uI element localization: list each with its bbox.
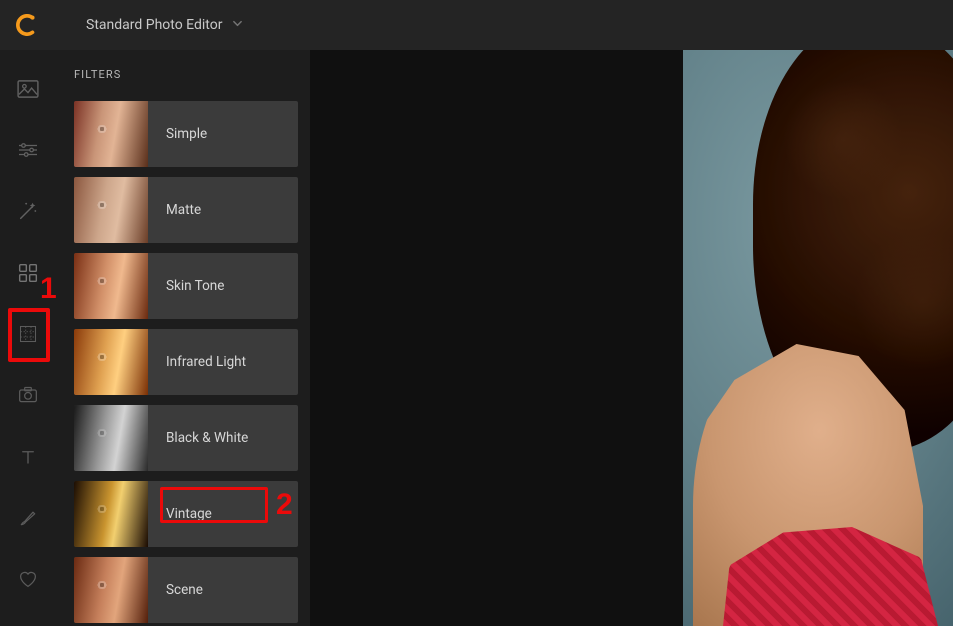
filter-item-scene[interactable]: Scene [74, 557, 298, 623]
canvas-empty-area [310, 50, 683, 626]
filter-label: Matte [148, 202, 201, 218]
filter-thumb [74, 557, 148, 623]
filter-thumb [74, 101, 148, 167]
filter-thumb [74, 405, 148, 471]
filter-thumb [74, 177, 148, 243]
panel-title: FILTERS [74, 68, 298, 81]
preview-image [683, 50, 953, 626]
filter-item-skin-tone[interactable]: Skin Tone [74, 253, 298, 319]
filters-tool-icon[interactable] [12, 258, 44, 287]
filter-item-vintage[interactable]: Vintage [74, 481, 298, 547]
filter-label: Scene [148, 582, 203, 598]
heart-tool-icon[interactable] [12, 565, 44, 594]
filter-label: Infrared Light [148, 354, 246, 370]
filter-item-black-white[interactable]: Black & White [74, 405, 298, 471]
filter-label: Skin Tone [148, 278, 224, 294]
chevron-down-icon [232, 17, 243, 33]
filter-item-simple[interactable]: Simple [74, 101, 298, 167]
filter-thumb [74, 481, 148, 547]
app-title-label: Standard Photo Editor [86, 17, 222, 33]
camera-tool-icon[interactable] [12, 381, 44, 410]
top-bar: Standard Photo Editor [0, 0, 953, 50]
filter-thumb [74, 253, 148, 319]
filter-item-infrared-light[interactable]: Infrared Light [74, 329, 298, 395]
grid-tool-icon[interactable] [12, 319, 44, 348]
brush-tool-icon[interactable] [12, 503, 44, 532]
filter-label: Vintage [148, 506, 212, 522]
filter-label: Black & White [148, 430, 248, 446]
image-tool-icon[interactable] [12, 74, 44, 103]
app-title-dropdown[interactable]: Standard Photo Editor [86, 17, 243, 33]
magic-wand-tool-icon[interactable] [12, 197, 44, 226]
filter-item-matte[interactable]: Matte [74, 177, 298, 243]
app-logo [16, 14, 38, 36]
sliders-tool-icon[interactable] [12, 135, 44, 164]
filter-thumb [74, 329, 148, 395]
filters-panel: FILTERS Simple Matte Skin Tone Infrared … [56, 50, 310, 626]
main-area: 1 2 FILTERS [0, 50, 953, 626]
filter-label: Simple [148, 126, 207, 142]
text-tool-icon[interactable] [12, 442, 44, 471]
left-toolbar [0, 50, 56, 626]
